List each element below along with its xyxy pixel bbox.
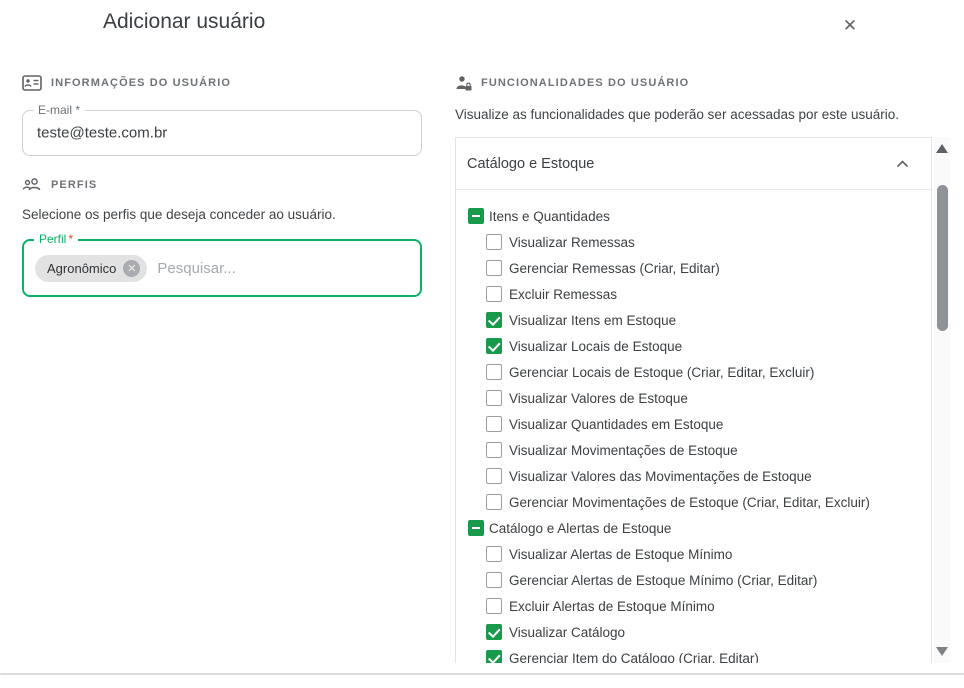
item-checkbox[interactable]: [486, 650, 502, 663]
functionality-item-label: Visualizar Quantidades em Estoque: [509, 417, 723, 432]
scroll-down-icon[interactable]: [936, 647, 948, 656]
section-title: FUNCIONALIDADES DO USUÁRIO: [481, 77, 689, 89]
group-checkbox[interactable]: [468, 208, 484, 224]
item-checkbox[interactable]: [486, 442, 502, 458]
accordion-title: Catálogo e Estoque: [467, 156, 594, 172]
functionality-item-row: Visualizar Quantidades em Estoque: [456, 411, 931, 437]
profile-search-input[interactable]: [157, 260, 337, 277]
profile-field-label-text: Perfil: [39, 232, 66, 246]
functionality-item-label: Excluir Alertas de Estoque Mínimo: [509, 599, 715, 614]
item-checkbox[interactable]: [486, 234, 502, 250]
functionality-item-row: Visualizar Valores das Movimentações de …: [456, 463, 931, 489]
functionality-item-row: Gerenciar Movimentações de Estoque (Cria…: [456, 489, 931, 515]
scroll-up-icon[interactable]: [936, 144, 948, 153]
item-checkbox[interactable]: [486, 572, 502, 588]
functionality-item-label: Visualizar Itens em Estoque: [509, 313, 676, 328]
functionality-item-label: Visualizar Movimentações de Estoque: [509, 443, 738, 458]
people-icon: [22, 177, 42, 192]
functionality-item-row: Visualizar Itens em Estoque: [456, 307, 931, 333]
item-checkbox[interactable]: [486, 494, 502, 510]
page-title: Adicionar usuário: [103, 10, 265, 34]
functionality-item-label: Visualizar Valores de Estoque: [509, 391, 688, 406]
functionality-item-row: Visualizar Remessas: [456, 229, 931, 255]
profile-select-field[interactable]: Perfil * Agronômico ✕: [22, 239, 422, 297]
functionality-item-row: Gerenciar Locais de Estoque (Criar, Edit…: [456, 359, 931, 385]
item-checkbox[interactable]: [486, 598, 502, 614]
functionalities-section-header: FUNCIONALIDADES DO USUÁRIO: [455, 75, 689, 91]
profile-field-label: Perfil *: [34, 232, 78, 246]
add-user-modal: Adicionar usuário ✕ INFORMAÇÕES DO USUÁR…: [0, 0, 964, 688]
item-checkbox[interactable]: [486, 338, 502, 354]
scrollbar-thumb[interactable]: [937, 185, 948, 331]
profiles-section-header: PERFIS: [22, 177, 97, 192]
group-checkbox[interactable]: [468, 520, 484, 536]
functionality-item-row: Excluir Remessas: [456, 281, 931, 307]
profiles-description: Selecione os perfis que deseja conceder …: [22, 207, 432, 222]
functionality-group-label: Itens e Quantidades: [489, 209, 610, 224]
item-checkbox[interactable]: [486, 468, 502, 484]
functionality-item-label: Gerenciar Locais de Estoque (Criar, Edit…: [509, 365, 814, 380]
functionality-group-label: Catálogo e Alertas de Estoque: [489, 521, 671, 536]
item-checkbox[interactable]: [486, 364, 502, 380]
contact-card-icon: [22, 75, 42, 91]
functionality-item-label: Gerenciar Item do Catálogo (Criar, Edita…: [509, 651, 759, 664]
functionality-item-row: Visualizar Locais de Estoque: [456, 333, 931, 359]
profile-chip[interactable]: Agronômico ✕: [35, 255, 147, 282]
item-checkbox[interactable]: [486, 286, 502, 302]
functionality-group-row: Itens e Quantidades: [456, 203, 931, 229]
functionalities-description: Visualize as funcionalidades que poderão…: [455, 107, 935, 122]
modal-bottom-edge: [0, 673, 964, 675]
functionality-item-label: Visualizar Catálogo: [509, 625, 625, 640]
item-checkbox[interactable]: [486, 624, 502, 640]
item-checkbox[interactable]: [486, 546, 502, 562]
functionalities-panel: Catálogo e Estoque Itens e Quantidades V…: [455, 137, 932, 663]
functionality-item-label: Visualizar Alertas de Estoque Mínimo: [509, 547, 732, 562]
functionality-list: Itens e Quantidades Visualizar Remessas …: [456, 190, 931, 663]
functionality-item-row: Visualizar Valores de Estoque: [456, 385, 931, 411]
accordion-catalogo-estoque[interactable]: Catálogo e Estoque: [456, 138, 931, 190]
functionality-item-row: Visualizar Movimentações de Estoque: [456, 437, 931, 463]
scrollbar[interactable]: [934, 137, 950, 663]
functionality-item-label: Gerenciar Remessas (Criar, Editar): [509, 261, 720, 276]
required-asterisk: *: [68, 232, 73, 246]
user-info-section-header: INFORMAÇÕES DO USUÁRIO: [22, 75, 231, 91]
functionality-item-row: Gerenciar Alertas de Estoque Mínimo (Cri…: [456, 567, 931, 593]
functionality-item-label: Excluir Remessas: [509, 287, 617, 302]
functionality-item-row: Visualizar Alertas de Estoque Mínimo: [456, 541, 931, 567]
chevron-up-icon[interactable]: [896, 160, 909, 168]
functionality-item-label: Visualizar Remessas: [509, 235, 635, 250]
functionality-item-row: Excluir Alertas de Estoque Mínimo: [456, 593, 931, 619]
item-checkbox[interactable]: [486, 390, 502, 406]
close-icon[interactable]: ✕: [838, 14, 862, 38]
section-title: INFORMAÇÕES DO USUÁRIO: [51, 77, 231, 89]
functionality-item-row: Gerenciar Item do Catálogo (Criar, Edita…: [456, 645, 931, 663]
functionality-item-label: Visualizar Valores das Movimentações de …: [509, 469, 812, 484]
item-checkbox[interactable]: [486, 260, 502, 276]
email-field-label: E-mail *: [33, 103, 85, 117]
item-checkbox[interactable]: [486, 312, 502, 328]
chip-remove-icon[interactable]: ✕: [123, 260, 140, 277]
email-field-value: teste@teste.com.br: [37, 125, 167, 142]
section-title: PERFIS: [51, 179, 97, 191]
email-field[interactable]: E-mail * teste@teste.com.br: [22, 110, 422, 156]
item-checkbox[interactable]: [486, 416, 502, 432]
functionality-item-label: Gerenciar Movimentações de Estoque (Cria…: [509, 495, 870, 510]
functionality-group-row: Catálogo e Alertas de Estoque: [456, 515, 931, 541]
functionality-item-label: Gerenciar Alertas de Estoque Mínimo (Cri…: [509, 573, 817, 588]
person-lock-icon: [455, 75, 472, 91]
functionality-item-row: Visualizar Catálogo: [456, 619, 931, 645]
functionality-item-row: Gerenciar Remessas (Criar, Editar): [456, 255, 931, 281]
functionality-item-label: Visualizar Locais de Estoque: [509, 339, 682, 354]
profile-chip-label: Agronômico: [47, 261, 116, 276]
